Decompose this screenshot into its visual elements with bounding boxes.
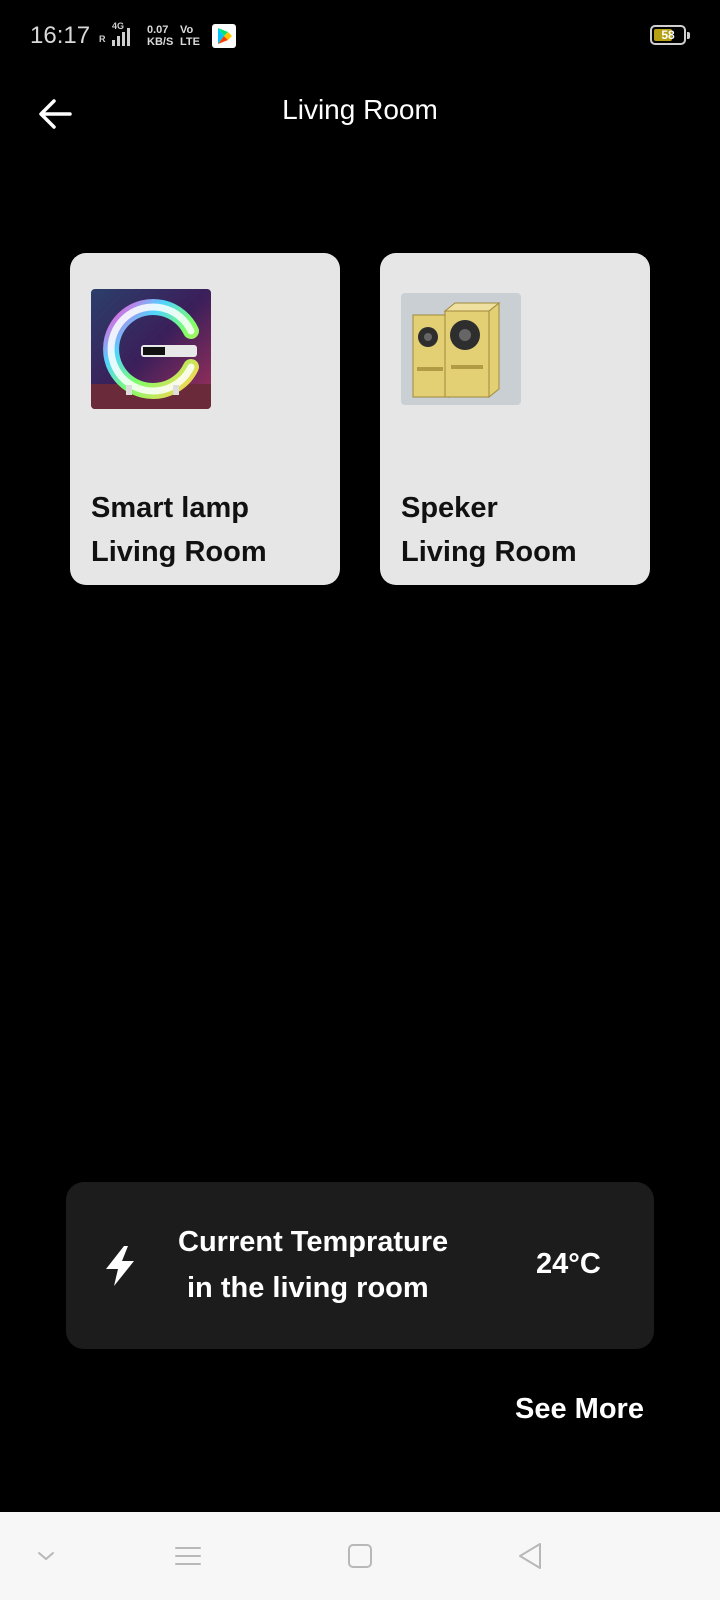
status-bar: 16:17 R 4G 0.07 KB/S Vo LTE 58 — [0, 0, 720, 72]
network-speed: 0.07 KB/S — [147, 24, 173, 48]
device-card-speaker[interactable]: Speker Living Room — [380, 253, 650, 585]
home-square-icon[interactable] — [340, 1536, 380, 1576]
back-triangle-icon[interactable] — [510, 1536, 550, 1576]
device-name: Speker — [401, 492, 498, 524]
speed-value: 0.07 — [147, 24, 169, 36]
chevron-down-icon[interactable] — [26, 1536, 66, 1576]
lightning-icon — [106, 1246, 134, 1286]
temperature-value: 24°C — [536, 1248, 601, 1280]
roaming-label: R — [99, 34, 106, 44]
temperature-label-line2: in the living room — [187, 1272, 429, 1304]
see-more-link[interactable]: See More — [515, 1393, 644, 1426]
device-card-smart-lamp[interactable]: Smart lamp Living Room — [70, 253, 340, 585]
volte-indicator: Vo LTE — [180, 24, 200, 48]
smart-lamp-image — [91, 289, 211, 409]
volte-bottom: LTE — [180, 36, 200, 48]
battery-icon: 58 — [650, 25, 690, 45]
speed-unit: KB/S — [147, 36, 174, 48]
volte-top: Vo — [180, 24, 194, 36]
speaker-image — [401, 293, 521, 405]
device-name: Smart lamp — [91, 492, 249, 524]
battery-level: 58 — [661, 28, 675, 42]
device-room: Living Room — [401, 536, 577, 568]
system-nav-bar — [0, 1512, 720, 1600]
signal-icon: R 4G — [99, 21, 137, 48]
play-store-icon — [212, 24, 236, 48]
status-time: 16:17 — [30, 22, 91, 49]
temperature-label-line1: Current Temprature — [178, 1226, 449, 1258]
page-title: Living Room — [282, 94, 438, 125]
device-room: Living Room — [91, 536, 267, 568]
menu-icon[interactable] — [168, 1536, 208, 1576]
temperature-panel: Current Temprature in the living room 24… — [66, 1182, 654, 1349]
